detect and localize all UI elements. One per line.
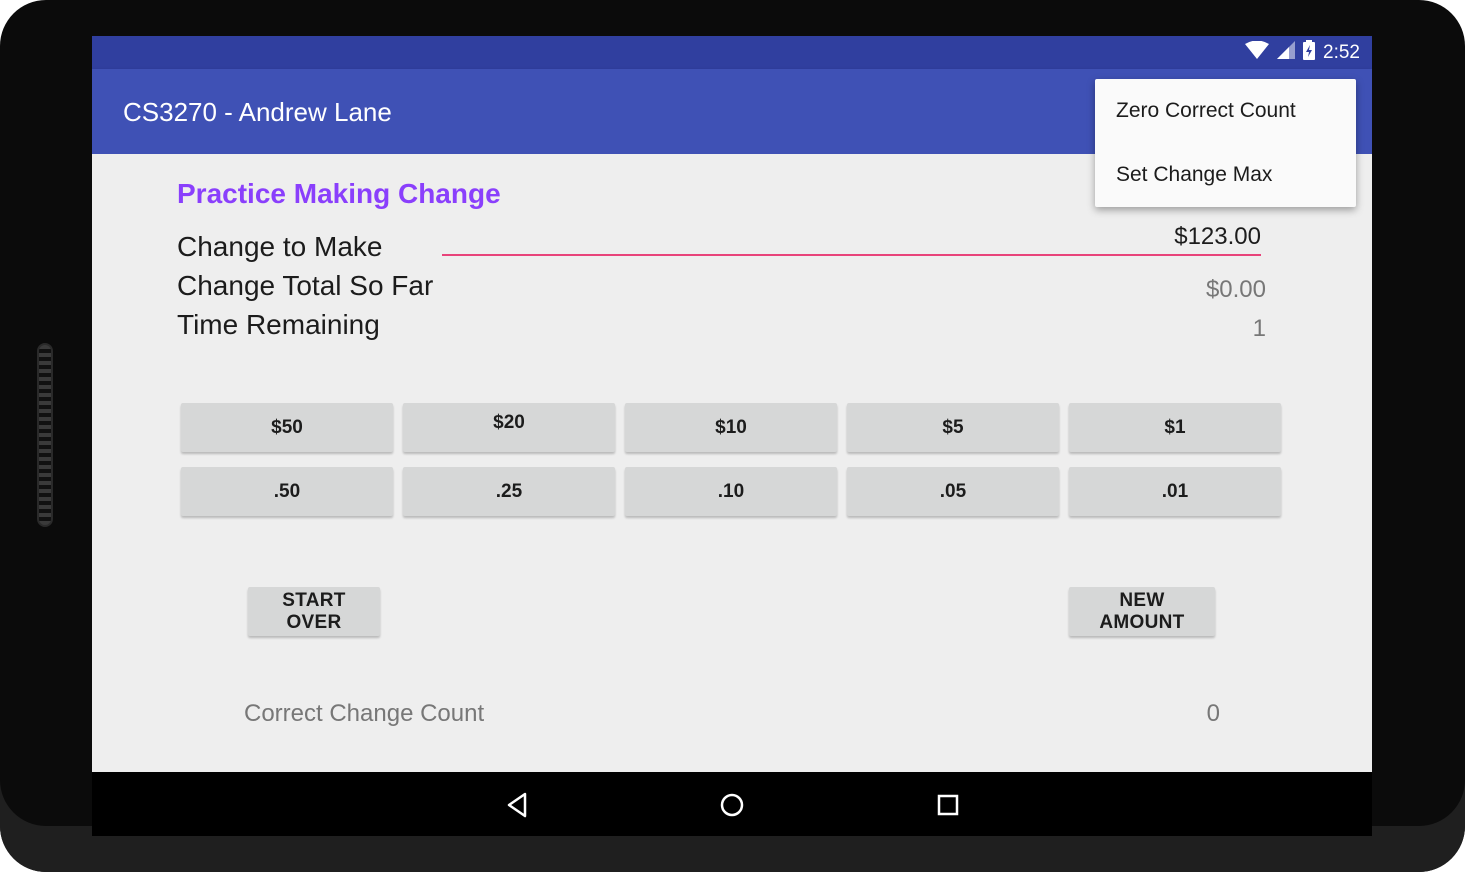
change-to-make-field[interactable]: $123.00 [442,224,1261,256]
bill-20-button[interactable]: $20 [403,403,615,452]
time-remaining-label: Time Remaining [177,309,380,340]
new-amount-button[interactable]: NEW AMOUNT [1069,587,1215,636]
main-content: Practice Making Change Change to Make $1… [92,154,1372,772]
coin-10-button[interactable]: .10 [625,467,837,516]
recents-icon[interactable] [933,790,963,820]
correct-count-label: Correct Change Count [244,700,485,727]
bill-5-button[interactable]: $5 [847,403,1059,452]
change-total-label: Change Total So Far [177,270,434,301]
change-total-value: $0.00 [1205,276,1266,303]
bill-10-button[interactable]: $10 [625,403,837,452]
tablet-frame: 2:52 CS3270 - Andrew Lane Practice Makin… [0,0,1465,872]
cell-signal-icon [1277,41,1296,64]
start-over-button[interactable]: START OVER [248,587,380,636]
time-remaining-value: 1 [1252,315,1266,342]
coin-50-button[interactable]: .50 [181,467,393,516]
status-time: 2:52 [1323,41,1360,63]
screen: 2:52 CS3270 - Andrew Lane Practice Makin… [92,36,1372,836]
menu-item-set-change-max[interactable]: Set Change Max [1095,143,1356,207]
section-title: Practice Making Change [177,178,501,209]
bill-50-button[interactable]: $50 [181,403,393,452]
correct-count-value: 0 [1206,700,1220,727]
coin-01-button[interactable]: .01 [1069,467,1281,516]
coin-05-button[interactable]: .05 [847,467,1059,516]
coin-25-button[interactable]: .25 [403,467,615,516]
bill-1-button[interactable]: $1 [1069,403,1281,452]
status-icons: 2:52 [1245,36,1360,69]
menu-item-zero-correct-count[interactable]: Zero Correct Count [1095,79,1356,143]
back-icon[interactable] [502,790,532,820]
overflow-menu: Zero Correct Count Set Change Max [1095,79,1356,207]
change-to-make-label: Change to Make [177,231,383,262]
battery-charging-icon [1303,40,1316,65]
status-bar: 2:52 [92,36,1372,69]
home-icon[interactable] [717,790,747,820]
navigation-bar [92,772,1372,836]
wifi-icon [1245,40,1270,64]
app-title: CS3270 - Andrew Lane [123,97,392,127]
side-speaker [37,343,53,527]
